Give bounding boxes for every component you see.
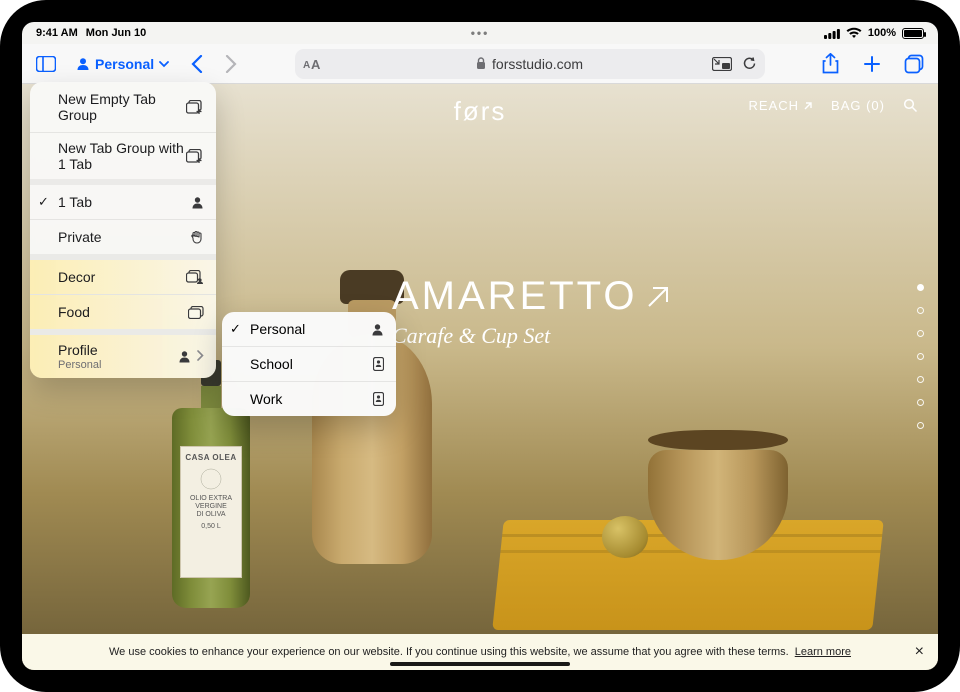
menu-label: 1 Tab bbox=[58, 194, 92, 210]
menu-label: New Empty Tab Group bbox=[58, 91, 186, 123]
menu-private[interactable]: Private bbox=[30, 220, 216, 254]
slide-dot-7[interactable] bbox=[917, 422, 924, 429]
menu-label: New Tab Group with 1 Tab bbox=[58, 140, 186, 172]
slide-dot-6[interactable] bbox=[917, 399, 924, 406]
hero-subtitle: Carafe & Cup Set bbox=[392, 323, 672, 349]
reach-link[interactable]: REACH bbox=[749, 98, 814, 113]
profile-chip-label: Personal bbox=[95, 56, 154, 72]
page-settings-icon[interactable]: AA bbox=[303, 49, 323, 79]
reload-icon[interactable] bbox=[742, 56, 757, 71]
svg-text:A: A bbox=[303, 60, 310, 71]
slide-dot-4[interactable] bbox=[917, 353, 924, 360]
sidebar-toggle-icon[interactable] bbox=[32, 50, 60, 78]
home-indicator[interactable] bbox=[390, 662, 570, 666]
slide-indicators[interactable] bbox=[917, 284, 924, 429]
profile-option-label: Personal bbox=[250, 321, 305, 337]
person-icon bbox=[178, 350, 191, 363]
chevron-right-icon bbox=[197, 350, 204, 363]
new-group-icon bbox=[186, 100, 204, 115]
chevron-down-icon bbox=[159, 59, 169, 69]
multitask-dots-icon[interactable]: ••• bbox=[471, 26, 490, 40]
arrow-ne-icon bbox=[803, 101, 813, 111]
menu-one-tab[interactable]: ✓ 1 Tab bbox=[30, 185, 216, 219]
menu-label: Decor bbox=[58, 269, 95, 285]
battery-percent: 100% bbox=[868, 27, 896, 39]
profile-option-personal[interactable]: ✓ Personal bbox=[222, 312, 396, 346]
badge-icon bbox=[373, 392, 384, 406]
profile-option-label: School bbox=[250, 356, 293, 372]
menu-label: Profile bbox=[58, 342, 98, 358]
tab-groups-menu: New Empty Tab Group New Tab Group with 1… bbox=[30, 82, 216, 378]
cookie-close-button[interactable]: × bbox=[915, 643, 924, 661]
slide-dot-1[interactable] bbox=[917, 284, 924, 291]
hand-icon bbox=[190, 230, 204, 245]
address-bar[interactable]: AA forsstudio.com bbox=[295, 49, 765, 79]
person-icon bbox=[371, 323, 384, 336]
back-button[interactable] bbox=[185, 50, 209, 78]
fruit-graphic bbox=[602, 516, 648, 558]
status-time: 9:41 AM bbox=[36, 27, 78, 39]
ipad-device-frame: 9:41 AM Mon Jun 10 ••• 100% bbox=[0, 0, 960, 692]
cookie-text: We use cookies to enhance your experienc… bbox=[109, 646, 789, 658]
hero-heading: AMARETTO bbox=[392, 274, 638, 319]
tabs-overview-button[interactable] bbox=[900, 50, 928, 78]
arrow-ne-icon bbox=[644, 283, 672, 311]
lock-icon bbox=[476, 57, 486, 70]
search-icon[interactable] bbox=[903, 98, 918, 113]
menu-profile[interactable]: Profile Personal bbox=[30, 335, 216, 378]
slide-dot-5[interactable] bbox=[917, 376, 924, 383]
person-icon bbox=[191, 196, 204, 209]
wifi-icon bbox=[846, 27, 862, 39]
cookie-learn-more-link[interactable]: Learn more bbox=[795, 646, 851, 658]
bag-link[interactable]: BAG (0) bbox=[831, 98, 885, 113]
site-logo[interactable]: førs bbox=[454, 96, 507, 127]
battery-icon bbox=[902, 28, 924, 39]
menu-sublabel: Personal bbox=[58, 359, 101, 371]
tab-group-icon bbox=[188, 306, 204, 319]
menu-new-empty-group[interactable]: New Empty Tab Group bbox=[30, 82, 216, 132]
menu-label: Food bbox=[58, 304, 90, 320]
profile-option-school[interactable]: School bbox=[222, 347, 396, 381]
menu-new-group-with-tab[interactable]: New Tab Group with 1 Tab bbox=[30, 133, 216, 179]
cup-graphic bbox=[648, 430, 788, 550]
hero-title[interactable]: AMARETTO Carafe & Cup Set bbox=[392, 274, 672, 349]
bottle-label: CASA OLEA OLIO EXTRA VERGINE DI OLIVA 0,… bbox=[180, 446, 242, 578]
browser-toolbar: Personal AA forsstudio.com bbox=[22, 44, 938, 84]
status-date: Mon Jun 10 bbox=[86, 27, 147, 39]
badge-icon bbox=[373, 357, 384, 371]
svg-text:A: A bbox=[311, 57, 321, 71]
pip-icon[interactable] bbox=[712, 57, 732, 71]
slide-dot-2[interactable] bbox=[917, 307, 924, 314]
forward-button[interactable] bbox=[219, 50, 243, 78]
cell-signal-icon bbox=[824, 28, 840, 39]
person-icon bbox=[76, 57, 90, 71]
menu-group-decor[interactable]: Decor bbox=[30, 260, 216, 294]
screen: 9:41 AM Mon Jun 10 ••• 100% bbox=[22, 22, 938, 670]
new-group-icon bbox=[186, 149, 204, 164]
menu-group-food[interactable]: Food bbox=[30, 295, 216, 329]
checkmark-icon: ✓ bbox=[230, 321, 241, 337]
profile-chip[interactable]: Personal bbox=[70, 53, 175, 75]
share-button[interactable] bbox=[816, 50, 844, 78]
url-text: forsstudio.com bbox=[492, 56, 583, 72]
checkmark-icon: ✓ bbox=[38, 194, 49, 210]
new-tab-button[interactable] bbox=[858, 50, 886, 78]
profile-option-label: Work bbox=[250, 391, 282, 407]
profile-submenu: ✓ Personal School Work bbox=[222, 312, 396, 416]
profile-option-work[interactable]: Work bbox=[222, 382, 396, 416]
tab-group-shared-icon bbox=[186, 270, 204, 284]
slide-dot-3[interactable] bbox=[917, 330, 924, 337]
status-bar: 9:41 AM Mon Jun 10 ••• 100% bbox=[22, 22, 938, 44]
menu-label: Private bbox=[58, 229, 102, 245]
reach-label: REACH bbox=[749, 98, 800, 113]
